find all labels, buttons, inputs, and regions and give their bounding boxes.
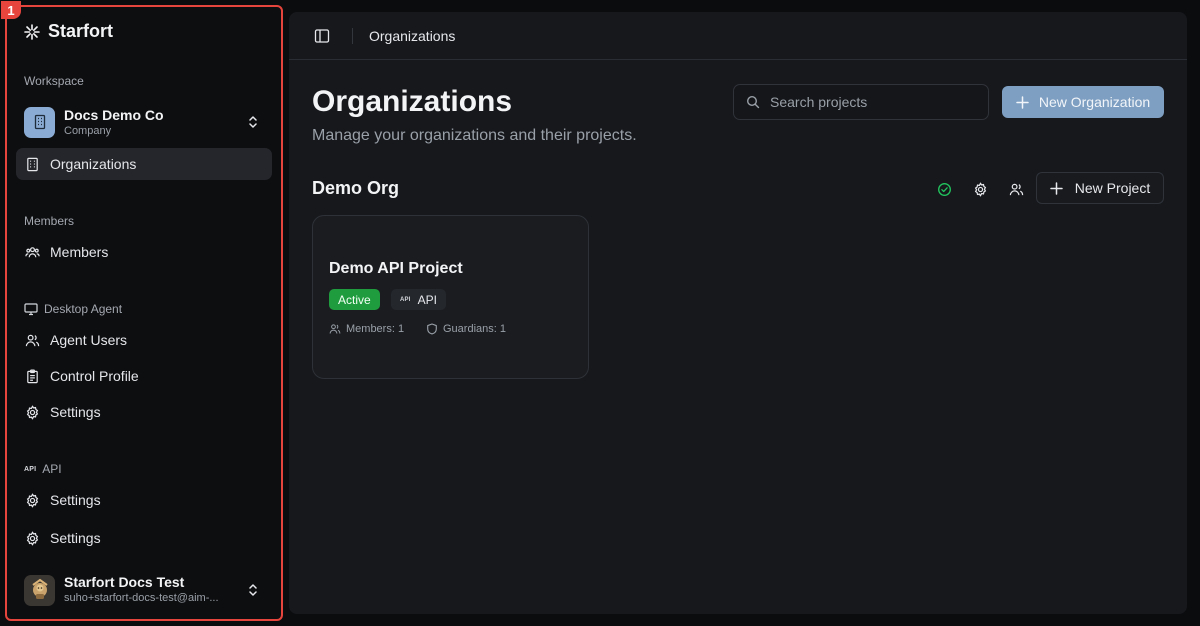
sidebar-item-label: Settings (50, 404, 101, 420)
gear-icon (26, 492, 39, 508)
sidebar-item-label: Settings (50, 492, 101, 508)
sidebar-item-label: Organizations (50, 156, 137, 172)
members-section-label: Members (24, 214, 74, 228)
plus-icon (1050, 181, 1063, 195)
starfort-logo-icon (24, 23, 40, 40)
sidebar-item-members[interactable]: Members (16, 236, 272, 268)
brand-name: Starfort (48, 21, 114, 41)
breadcrumb: Organizations (369, 28, 456, 44)
sidebar: 1 Starfort Workspace Docs Demo Co Compan… (1, 1, 283, 621)
sidebar-item-agent-users[interactable]: Agent Users (16, 324, 272, 356)
check-circle-icon (937, 182, 951, 196)
guardians-count: Guardians: 1 (426, 323, 506, 335)
search-input[interactable] (770, 94, 970, 110)
sidebar-item-settings[interactable]: Settings (16, 522, 272, 554)
new-project-label: New Project (1074, 180, 1151, 196)
workspace-name: Docs Demo Co (64, 106, 164, 123)
users-icon (25, 334, 40, 346)
sidebar-item-desktop-settings[interactable]: Settings (16, 396, 272, 428)
guardians-count-text: Guardians: 1 (443, 323, 506, 335)
type-badge: API API (391, 289, 446, 310)
org-title: Demo Org (312, 178, 400, 198)
topbar: Organizations (289, 12, 1187, 60)
sidebar-item-label: Control Profile (50, 368, 139, 384)
workspace-label: Workspace (24, 74, 84, 88)
sidebar-item-organizations[interactable]: Organizations (16, 148, 272, 180)
gear-icon (26, 530, 39, 546)
user-menu[interactable]: Starfort Docs Test suho+starfort-docs-te… (24, 570, 268, 610)
users-icon (1009, 183, 1023, 195)
project-title: Demo API Project (329, 260, 463, 277)
monitor-icon (24, 303, 38, 316)
gear-icon (974, 181, 986, 197)
new-organization-button[interactable]: New Organization (1002, 86, 1164, 118)
search-icon (746, 95, 760, 109)
members-count-text: Members: 1 (346, 323, 405, 335)
api-icon: API (24, 465, 37, 473)
chevrons-up-down-icon (249, 584, 257, 596)
user-name: Starfort Docs Test (64, 574, 185, 590)
api-section-label: API API (24, 462, 62, 476)
users-group-icon (25, 246, 40, 257)
search-box[interactable] (733, 84, 989, 120)
sidebar-item-api-settings[interactable]: Settings (16, 484, 272, 516)
api-icon: API (400, 296, 411, 303)
sidebar-toggle-icon[interactable] (314, 28, 330, 44)
plus-icon (1016, 95, 1029, 109)
type-badge-label: API (417, 292, 437, 307)
avatar (24, 574, 55, 606)
workspace-avatar (24, 106, 55, 138)
members-count: Members: 1 (329, 323, 404, 335)
gear-icon (26, 404, 39, 420)
org-status-button[interactable] (932, 177, 956, 201)
user-avatar-image (31, 578, 48, 599)
sidebar-item-label: Settings (50, 530, 101, 546)
desktop-agent-section-label: Desktop Agent (24, 302, 122, 316)
desktop-agent-label: Desktop Agent (44, 302, 123, 316)
page-subtitle: Manage your organizations and their proj… (312, 127, 637, 144)
building-icon (34, 114, 45, 130)
project-card[interactable]: Demo API Project Active API API Members:… (312, 215, 589, 379)
new-project-button[interactable]: New Project (1036, 172, 1164, 204)
annotation-marker: 1 (1, 1, 21, 19)
sidebar-item-label: Agent Users (50, 332, 128, 348)
page-title: Organizations (312, 85, 513, 118)
api-label: API (42, 462, 62, 476)
shield-icon (427, 323, 437, 335)
main-content: Organizations Organizations Manage your … (289, 12, 1187, 614)
users-icon (329, 324, 341, 334)
brand[interactable]: Starfort (24, 21, 113, 42)
topbar-divider (352, 28, 353, 44)
members-label: Members (24, 214, 75, 228)
building-icon (27, 157, 38, 171)
new-organization-label: New Organization (1038, 94, 1151, 110)
workspace-type: Company (64, 124, 112, 137)
sidebar-item-control-profile[interactable]: Control Profile (16, 360, 272, 392)
workspace-section-label: Workspace (24, 74, 84, 88)
org-members-button[interactable] (1004, 177, 1028, 201)
status-badge: Active (329, 289, 380, 310)
user-email: suho+starfort-docs-test@aim-... (64, 592, 219, 604)
workspace-switcher[interactable]: Docs Demo Co Company (24, 104, 268, 140)
sidebar-item-label: Members (50, 244, 109, 260)
chevrons-up-down-icon (249, 116, 257, 128)
app-window: 1 Starfort Workspace Docs Demo Co Compan… (0, 0, 1200, 626)
org-settings-button[interactable] (968, 177, 992, 201)
clipboard-icon (27, 369, 38, 383)
